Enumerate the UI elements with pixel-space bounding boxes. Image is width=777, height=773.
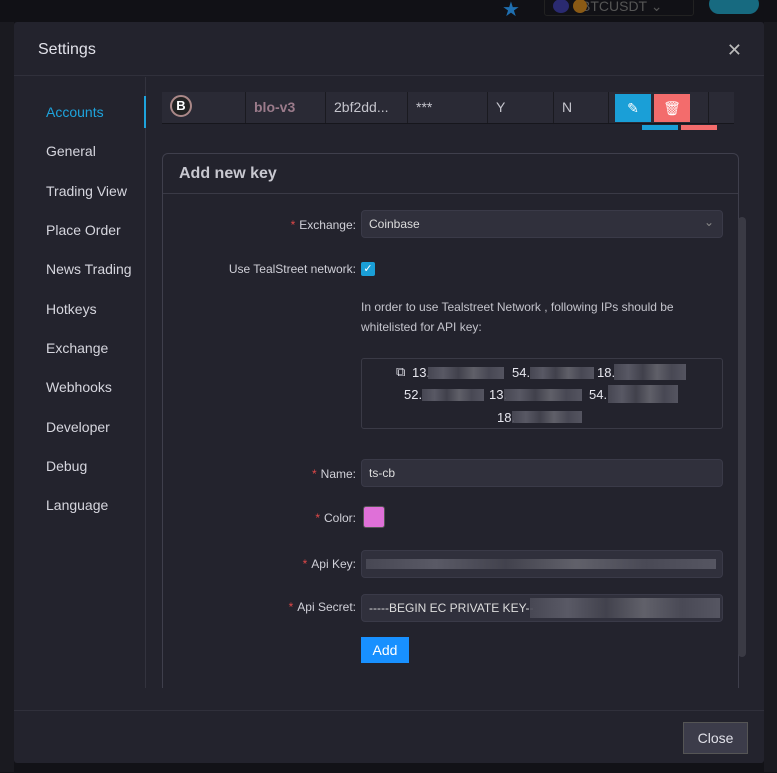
sidebar-item-exchange[interactable]: Exchange [46, 340, 108, 356]
delete-button[interactable]: 🗑 [654, 94, 690, 122]
exchange-label: * Exchange: [290, 218, 356, 232]
account-flag-2: N [554, 92, 609, 123]
table-row: B blo-v3 2bf2dd... *** Y N ✎ 🗑 [162, 92, 734, 124]
app-topbar: ★ BTCUSDT ⌄ [0, 0, 777, 22]
account-name: blo-v3 [246, 92, 326, 123]
api-secret-input[interactable]: -----BEGIN EC PRIVATE KEY-- [361, 594, 723, 622]
color-label: * Color: [315, 511, 356, 525]
ip-list: ⧉ 13. 54. 18. 52. 13. 54. 18. [361, 358, 723, 429]
pencil-icon: ✎ [627, 100, 639, 116]
add-button[interactable]: Add [361, 637, 409, 663]
api-secret-label: * Api Secret: [288, 600, 356, 614]
modal-header: Settings ✕ [14, 22, 764, 76]
content-scrollbar[interactable] [738, 77, 746, 688]
api-key-label: * Api Key: [302, 557, 356, 571]
sidebar-item-general[interactable]: General [46, 143, 96, 159]
sidebar-item-news-trading[interactable]: News Trading [46, 261, 132, 277]
copy-icon[interactable]: ⧉ [396, 364, 405, 380]
ip-address: 54. [589, 387, 608, 402]
background-chart-left [0, 22, 14, 772]
exchange-select[interactable]: Coinbase ⌄ [361, 210, 723, 238]
api-key-input[interactable] [361, 550, 723, 578]
edit-button[interactable]: ✎ [615, 94, 651, 122]
scrollbar-thumb[interactable] [738, 217, 746, 657]
exchange-logo-cell: B [162, 92, 246, 123]
chevron-down-icon: ⌄ [703, 215, 714, 229]
modal-title: Settings [38, 41, 96, 58]
settings-sidebar: Accounts General Trading View Place Orde… [14, 77, 146, 688]
color-picker[interactable] [363, 506, 385, 528]
edit-button[interactable] [642, 125, 678, 130]
settings-modal: Settings ✕ Accounts General Trading View… [14, 22, 764, 763]
star-icon[interactable]: ★ [502, 0, 520, 22]
network-note: In order to use Tealstreet Network , fol… [361, 300, 674, 334]
sidebar-item-language[interactable]: Language [46, 497, 108, 513]
sidebar-item-place-order[interactable]: Place Order [46, 222, 121, 238]
ip-address: 52. [404, 387, 423, 402]
symbol-selector[interactable]: BTCUSDT ⌄ [544, 0, 694, 16]
add-key-card: Add new key * Exchange: Coinbase ⌄ Use Tea… [162, 153, 739, 688]
active-indicator [144, 96, 146, 128]
name-label: * Name: [311, 467, 356, 481]
network-label: Use TealStreet network: [228, 262, 356, 276]
card-title: Add new key [163, 154, 738, 194]
exchange-icon [553, 0, 569, 13]
name-input[interactable]: ts-cb [361, 459, 723, 487]
exchange-logo-icon: B [170, 95, 192, 117]
sidebar-item-developer[interactable]: Developer [46, 419, 110, 435]
background-chart-right [764, 22, 777, 772]
account-key: 2bf2dd... [326, 92, 408, 123]
sidebar-item-accounts[interactable]: Accounts [46, 104, 104, 120]
close-button[interactable]: Close [683, 722, 748, 754]
modal-footer: Close [14, 710, 764, 763]
ip-address: 18. [597, 365, 616, 380]
account-secret: *** [408, 92, 488, 123]
actions-cell: ✎ 🗑 [609, 92, 709, 123]
close-icon[interactable]: ✕ [727, 40, 742, 61]
delete-button[interactable] [681, 125, 717, 130]
table-row-partial [162, 125, 734, 130]
sidebar-item-trading-view[interactable]: Trading View [46, 183, 127, 199]
account-flag-1: Y [488, 92, 554, 123]
sidebar-item-webhooks[interactable]: Webhooks [46, 379, 112, 395]
keyboard-toggle[interactable] [709, 0, 759, 14]
sidebar-item-debug[interactable]: Debug [46, 458, 87, 474]
symbol-label: BTCUSDT [581, 0, 647, 14]
trash-icon: 🗑 [663, 100, 681, 116]
sidebar-item-hotkeys[interactable]: Hotkeys [46, 301, 97, 317]
accounts-content: B blo-v3 2bf2dd... *** Y N ✎ 🗑 Add new k… [160, 77, 750, 688]
network-checkbox[interactable]: ✓ [361, 262, 375, 276]
ip-address: 54. [512, 365, 531, 380]
